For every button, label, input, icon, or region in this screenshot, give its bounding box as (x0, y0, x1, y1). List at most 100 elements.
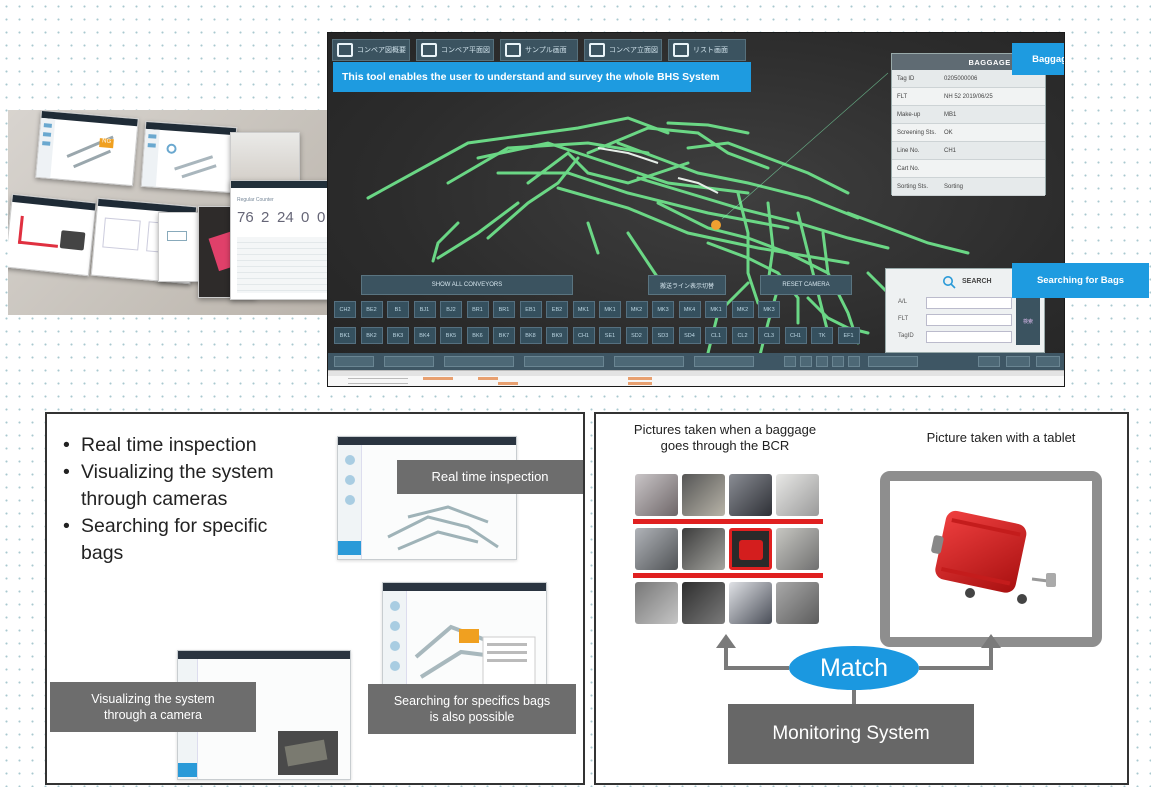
row-key: Screening Sts. (897, 129, 937, 136)
toolbar-icon-button[interactable] (832, 356, 844, 367)
conveyor-chip[interactable]: SD3 (652, 327, 674, 344)
toolbar-icon-button[interactable] (800, 356, 812, 367)
toggle-line-display-button[interactable]: 搬送ライン表示切替 (648, 275, 726, 295)
conveyor-chip[interactable]: BR1 (493, 301, 515, 318)
row-value: NH 52 2019/06/25 (944, 93, 993, 100)
toolbar-button[interactable] (694, 356, 754, 367)
conveyor-chip[interactable]: BR1 (466, 301, 489, 318)
row-value: OK (944, 129, 953, 136)
monitoring-system-box: Monitoring System (728, 704, 974, 764)
toolbar-button[interactable] (1036, 356, 1060, 367)
row-key: Line No. (897, 147, 920, 154)
toolbar-icon-button[interactable] (848, 356, 860, 367)
collage-screen-diagram (8, 193, 97, 277)
realtime-screenshot (337, 436, 517, 560)
baggage-row: Screening Sts. OK (892, 124, 1045, 142)
counter-value: 2 (261, 209, 270, 226)
match-badge: Match (789, 646, 919, 690)
conveyor-chip[interactable]: MK4 (678, 301, 701, 318)
search-feature-label: Searching for specifics bags is also pos… (368, 684, 576, 734)
counter-value: 0 (317, 209, 326, 226)
conveyor-chip[interactable]: SE1 (599, 327, 621, 344)
bottom-toolbar (328, 353, 1064, 370)
conveyor-chip[interactable]: BK4 (413, 327, 436, 344)
row-value: CH1 (944, 147, 957, 154)
toolbar-button[interactable] (1006, 356, 1030, 367)
toolbar-button[interactable] (384, 356, 434, 367)
airline-input[interactable] (926, 297, 1012, 309)
conveyor-chip[interactable]: BK8 (519, 327, 542, 344)
camera-feed (278, 731, 338, 775)
conveyor-chip[interactable]: MK2 (731, 301, 754, 318)
reset-camera-button[interactable]: RESET CAMERA (760, 275, 852, 295)
toolbar-button[interactable] (868, 356, 918, 367)
conveyor-chip[interactable]: B1 (387, 301, 409, 318)
toolbar-button[interactable] (614, 356, 684, 367)
conveyor-chip[interactable]: BK2 (360, 327, 383, 344)
conveyor-chip[interactable]: SD2 (625, 327, 648, 344)
conveyor-chip[interactable]: BE2 (360, 301, 383, 318)
conveyor-chip[interactable]: BK3 (387, 327, 409, 344)
conveyor-chip[interactable]: MK3 (758, 301, 780, 318)
conveyor-chip[interactable]: CH2 (334, 301, 356, 318)
counter-value: 24 (277, 209, 294, 226)
conveyor-chip[interactable]: BJ2 (440, 301, 462, 318)
conveyor-chip[interactable]: CH1 (572, 327, 595, 344)
row-key: Cart No. (897, 165, 920, 172)
tagid-input[interactable] (926, 331, 1012, 343)
counter-value: 76 (237, 209, 254, 226)
toolbar-icon-button[interactable] (816, 356, 828, 367)
baggage-row: Cart No. (892, 160, 1045, 178)
conveyor-chip[interactable]: BK5 (440, 327, 462, 344)
collage-screen-list (140, 120, 238, 194)
row-key: Sorting Sts. (897, 183, 929, 190)
conveyor-chip[interactable]: BK6 (466, 327, 489, 344)
features-panel: Real time inspection Visualizing the sys… (45, 412, 585, 785)
conveyor-chip[interactable]: SD4 (678, 327, 701, 344)
conveyor-chip[interactable]: BK9 (546, 327, 568, 344)
row-value: Sorting (944, 183, 964, 190)
camera-label-line1: Visualizing the system (91, 692, 215, 706)
bhs-dashboard: コンベア図概要 コンベア平面図 サンプル画面 コンベア立面図 リスト画面 Thi… (327, 32, 1065, 387)
conveyor-chip[interactable]: EB2 (546, 301, 568, 318)
conveyor-chip[interactable]: EB1 (519, 301, 542, 318)
conveyor-chip[interactable]: CL3 (758, 327, 780, 344)
toolbar-button[interactable] (524, 356, 604, 367)
toolbar-button[interactable] (444, 356, 514, 367)
baggage-marker[interactable] (711, 220, 721, 230)
conveyor-chip[interactable]: CL2 (731, 327, 754, 344)
conveyor-chip[interactable]: MK1 (599, 301, 621, 318)
conveyor-chip[interactable]: MK1 (572, 301, 595, 318)
conveyor-chip[interactable]: CL1 (705, 327, 727, 344)
camera-feature-label: Visualizing the system through a camera (50, 682, 256, 732)
conveyor-chip[interactable]: MK2 (625, 301, 648, 318)
conveyor-chip[interactable]: BK1 (334, 327, 356, 344)
conveyor-chip[interactable]: BK7 (493, 327, 515, 344)
row-key: Tag ID (897, 75, 915, 82)
conveyor-chip[interactable]: BJ1 (413, 301, 436, 318)
conveyor-chip[interactable]: TK (811, 327, 833, 344)
screenshot-collage: NG Regular Counter 76 2 24 0 0 0 (8, 110, 350, 315)
flight-input[interactable] (926, 314, 1012, 326)
conveyor-chip[interactable]: MK3 (652, 301, 674, 318)
toolbar-button[interactable] (978, 356, 1000, 367)
conveyor-chip[interactable]: EF1 (837, 327, 860, 344)
feature-item: Real time inspection (63, 432, 303, 459)
show-all-conveyors-button[interactable]: SHOW ALL CONVEYORS (361, 275, 573, 295)
conveyor-chip[interactable]: CH1 (784, 327, 807, 344)
realtime-label: Real time inspection (397, 460, 583, 494)
search-label-line1: Searching for specifics bags (393, 694, 551, 708)
conveyor-chip[interactable]: MK1 (705, 301, 727, 318)
collage-screen-map: NG (35, 110, 139, 187)
feature-item: Visualizing the system through cameras (63, 459, 303, 513)
row-key: FLT (897, 93, 908, 100)
search-go-button[interactable]: 検索 (1016, 297, 1040, 345)
log-table (328, 370, 1064, 386)
toolbar-button[interactable] (334, 356, 374, 367)
status-badge: NG (99, 138, 114, 149)
toolbar-icon-button[interactable] (784, 356, 796, 367)
search-label-line2: is also possible (429, 710, 515, 724)
matching-panel: Pictures taken when a baggage goes throu… (594, 412, 1129, 785)
baggage-data-callout: Baggage Data Display (1012, 43, 1064, 75)
search-title: SEARCH (962, 278, 992, 285)
